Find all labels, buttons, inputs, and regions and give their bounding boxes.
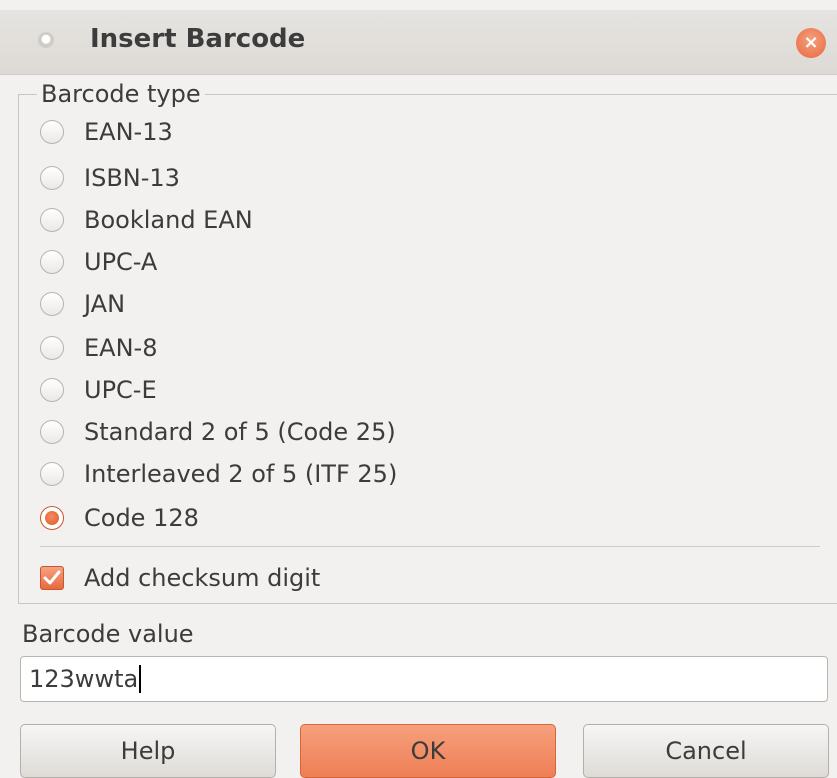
close-button[interactable]: × bbox=[796, 28, 826, 58]
radio-label[interactable]: EAN-13 bbox=[84, 114, 173, 150]
help-button[interactable]: Help bbox=[20, 724, 276, 778]
radio-button[interactable] bbox=[40, 208, 64, 232]
window-menu-icon[interactable] bbox=[38, 32, 54, 48]
radio-button[interactable] bbox=[40, 250, 64, 274]
radio-button[interactable] bbox=[40, 166, 64, 190]
radio-label[interactable]: Bookland EAN bbox=[84, 202, 253, 238]
radio-button[interactable] bbox=[40, 420, 64, 444]
barcode-type-legend: Barcode type bbox=[41, 80, 201, 108]
barcode-value-text: 123wwta bbox=[29, 665, 139, 693]
text-caret bbox=[139, 665, 142, 693]
radio-label[interactable]: JAN bbox=[84, 286, 125, 322]
radio-button[interactable] bbox=[40, 462, 64, 486]
checkmark-icon bbox=[43, 570, 61, 585]
radio-label[interactable]: UPC-E bbox=[84, 372, 157, 408]
insert-barcode-dialog: Insert Barcode × Barcode type EAN-13 ISB… bbox=[0, 0, 837, 778]
checksum-checkbox[interactable] bbox=[40, 566, 64, 590]
title-bar[interactable]: Insert Barcode × bbox=[0, 10, 837, 75]
radio-button[interactable] bbox=[40, 292, 64, 316]
checksum-label[interactable]: Add checksum digit bbox=[84, 560, 320, 596]
radio-button-selected[interactable] bbox=[40, 506, 64, 530]
radio-label[interactable]: Interleaved 2 of 5 (ITF 25) bbox=[84, 456, 397, 492]
radio-button[interactable] bbox=[40, 378, 64, 402]
radio-label[interactable]: ISBN-13 bbox=[84, 160, 180, 196]
separator bbox=[40, 546, 820, 547]
radio-button[interactable] bbox=[40, 120, 64, 144]
radio-label[interactable]: EAN-8 bbox=[84, 330, 157, 366]
ok-button[interactable]: OK bbox=[300, 724, 556, 778]
cancel-button[interactable]: Cancel bbox=[583, 724, 829, 778]
barcode-value-input[interactable]: 123wwta bbox=[20, 656, 828, 702]
radio-button[interactable] bbox=[40, 336, 64, 360]
dialog-title: Insert Barcode bbox=[90, 24, 306, 54]
radio-label[interactable]: Code 128 bbox=[84, 500, 199, 536]
radio-label[interactable]: UPC-A bbox=[84, 244, 157, 280]
barcode-value-label: Barcode value bbox=[22, 620, 194, 648]
radio-label[interactable]: Standard 2 of 5 (Code 25) bbox=[84, 414, 396, 450]
